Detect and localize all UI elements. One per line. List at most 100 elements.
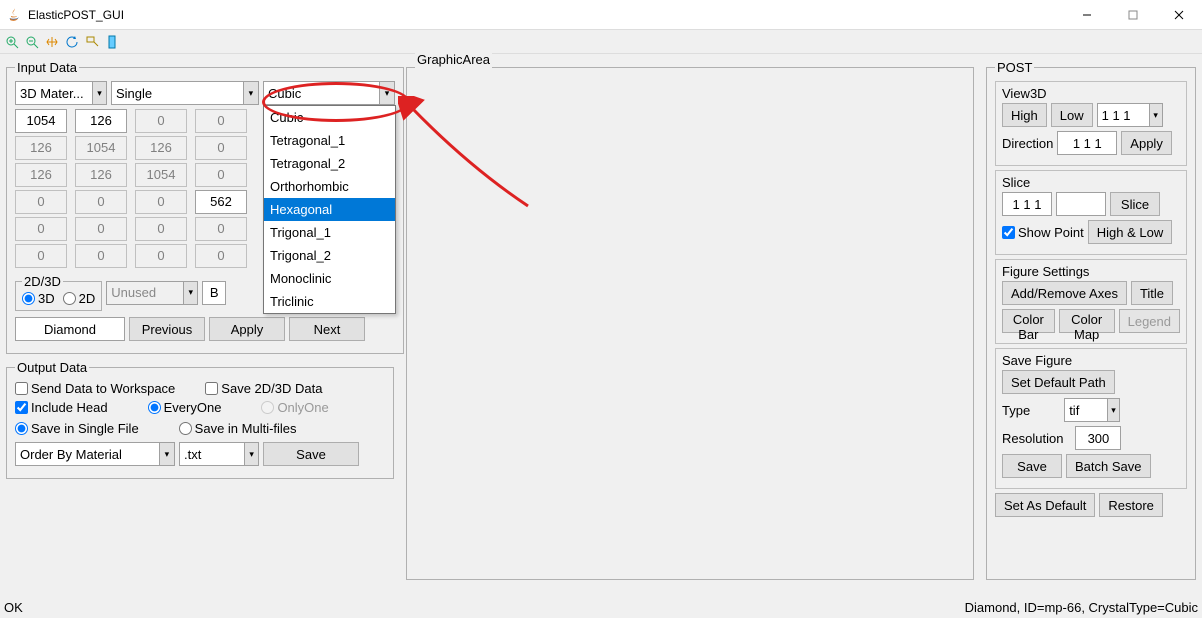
chevron-down-icon[interactable]: ▾ — [1149, 103, 1163, 127]
matrix-cell: 0 — [135, 244, 187, 268]
crystal-option[interactable]: Triclinic — [264, 290, 395, 313]
legend-button: Legend — [1119, 309, 1180, 333]
slice-vec-input[interactable] — [1002, 192, 1052, 216]
crystal-option[interactable]: Orthorhombic — [264, 175, 395, 198]
title-button[interactable]: Title — [1131, 281, 1173, 305]
chevron-down-icon[interactable]: ▾ — [92, 81, 107, 105]
crystal-combo-input[interactable] — [263, 81, 379, 105]
crystal-option[interactable]: Tetragonal_2 — [264, 152, 395, 175]
matrix-cell: 126 — [135, 136, 187, 160]
slice-blank-input[interactable] — [1056, 192, 1106, 216]
window-title: ElasticPOST_GUI — [28, 8, 1064, 22]
material-name-input[interactable] — [15, 317, 125, 341]
set-as-default-button[interactable]: Set As Default — [995, 493, 1095, 517]
save-2d3d-check[interactable]: Save 2D/3D Data — [205, 381, 322, 396]
chevron-down-icon[interactable]: ▾ — [379, 81, 395, 105]
set-default-path-button[interactable]: Set Default Path — [1002, 370, 1115, 394]
crystal-option[interactable]: Trigonal_1 — [264, 221, 395, 244]
direction-input[interactable] — [1057, 131, 1117, 155]
chevron-down-icon[interactable]: ▾ — [159, 442, 175, 466]
next-button[interactable]: Next — [289, 317, 365, 341]
zoom-out-icon[interactable] — [24, 34, 40, 50]
post-group: POST View3D High Low ▾ Direction Apply — [986, 60, 1196, 580]
close-button[interactable] — [1156, 0, 1202, 30]
type-combo[interactable]: ▾ — [1064, 398, 1120, 422]
orderby-combo[interactable]: ▾ — [15, 442, 175, 466]
rotate-icon[interactable] — [64, 34, 80, 50]
status-right: Diamond, ID=mp-66, CrystalType=Cubic — [965, 600, 1198, 615]
ext-combo[interactable]: ▾ — [179, 442, 259, 466]
direction-label: Direction — [1002, 136, 1053, 151]
pan-icon[interactable] — [44, 34, 60, 50]
axes-button[interactable]: Add/Remove Axes — [1002, 281, 1127, 305]
low-button[interactable]: Low — [1051, 103, 1093, 127]
multi-files-radio[interactable]: Save in Multi-files — [179, 421, 297, 436]
dim-legend: 2D/3D — [22, 274, 63, 289]
radio-3d[interactable]: 3D — [22, 291, 55, 306]
matrix-cell: 0 — [195, 217, 247, 241]
minimize-button[interactable] — [1064, 0, 1110, 30]
batch-save-button[interactable]: Batch Save — [1066, 454, 1151, 478]
restore-button[interactable]: Restore — [1099, 493, 1163, 517]
apply-button[interactable]: Apply — [209, 317, 285, 341]
crystal-option[interactable]: Trigonal_2 — [264, 244, 395, 267]
graphic-area: GraphicArea — [406, 60, 974, 580]
matrix-cell: 126 — [15, 163, 67, 187]
onlyone-radio: OnlyOne — [261, 400, 328, 415]
chevron-down-icon[interactable]: ▾ — [183, 281, 198, 305]
view3d-vec-combo[interactable]: ▾ — [1097, 103, 1163, 127]
resolution-input[interactable] — [1075, 426, 1121, 450]
mode-combo-input[interactable] — [111, 81, 243, 105]
matrix-cell: 0 — [75, 190, 127, 214]
matrix-cell: 1054 — [75, 136, 127, 160]
crystal-dropdown-list[interactable]: CubicTetragonal_1Tetragonal_2Orthorhombi… — [263, 105, 396, 314]
datacursor-icon[interactable] — [84, 34, 100, 50]
everyone-radio[interactable]: EveryOne — [148, 400, 222, 415]
matrix-cell[interactable]: 126 — [75, 109, 127, 133]
view3d-apply-button[interactable]: Apply — [1121, 131, 1172, 155]
crystal-option[interactable]: Tetragonal_1 — [264, 129, 395, 152]
matrix-cell[interactable]: 1054 — [15, 109, 67, 133]
matrix-cell[interactable]: 562 — [195, 190, 247, 214]
high-button[interactable]: High — [1002, 103, 1047, 127]
matrix-cell: 0 — [15, 244, 67, 268]
save-output-button[interactable]: Save — [263, 442, 359, 466]
chevron-down-icon[interactable]: ▾ — [1107, 398, 1120, 422]
unused-combo[interactable]: ▾ — [106, 281, 198, 305]
matrix-cell: 0 — [15, 217, 67, 241]
crystal-option[interactable]: Cubic — [264, 106, 395, 129]
high-low-button[interactable]: High & Low — [1088, 220, 1172, 244]
crystal-option[interactable]: Hexagonal — [264, 198, 395, 221]
matrix-cell: 0 — [195, 136, 247, 160]
slice-group: Slice Slice Show Point High & Low — [995, 170, 1187, 255]
maximize-button[interactable] — [1110, 0, 1156, 30]
status-ok: OK — [4, 600, 23, 615]
matrix-cell: 126 — [75, 163, 127, 187]
previous-button[interactable]: Previous — [129, 317, 205, 341]
b-input[interactable] — [202, 281, 226, 305]
crystal-combo[interactable]: ▾ CubicTetragonal_1Tetragonal_2Orthorhom… — [263, 81, 395, 105]
chevron-down-icon[interactable]: ▾ — [243, 81, 259, 105]
graphic-area-legend: GraphicArea — [415, 52, 492, 67]
send-workspace-check[interactable]: Send Data to Workspace — [15, 381, 175, 396]
matrix-cell: 0 — [195, 244, 247, 268]
titlebar: ElasticPOST_GUI — [0, 0, 1202, 30]
mode-combo[interactable]: ▾ — [111, 81, 259, 105]
figure-settings-group: Figure Settings Add/Remove Axes Title Co… — [995, 259, 1187, 344]
material-combo-input[interactable] — [15, 81, 92, 105]
include-head-check[interactable]: Include Head — [15, 400, 108, 415]
show-point-check[interactable]: Show Point — [1002, 225, 1084, 240]
dim-group: 2D/3D 3D 2D — [15, 274, 102, 311]
material-combo[interactable]: ▾ — [15, 81, 107, 105]
colormap-button[interactable]: Color Map — [1059, 309, 1115, 333]
single-file-radio[interactable]: Save in Single File — [15, 421, 139, 436]
zoom-in-icon[interactable] — [4, 34, 20, 50]
chevron-down-icon[interactable]: ▾ — [244, 442, 259, 466]
matrix-cell: 1054 — [135, 163, 187, 187]
colorbar-icon[interactable] — [104, 34, 120, 50]
slice-button[interactable]: Slice — [1110, 192, 1160, 216]
crystal-option[interactable]: Monoclinic — [264, 267, 395, 290]
radio-2d[interactable]: 2D — [63, 291, 96, 306]
savefig-save-button[interactable]: Save — [1002, 454, 1062, 478]
colorbar-button[interactable]: Color Bar — [1002, 309, 1055, 333]
